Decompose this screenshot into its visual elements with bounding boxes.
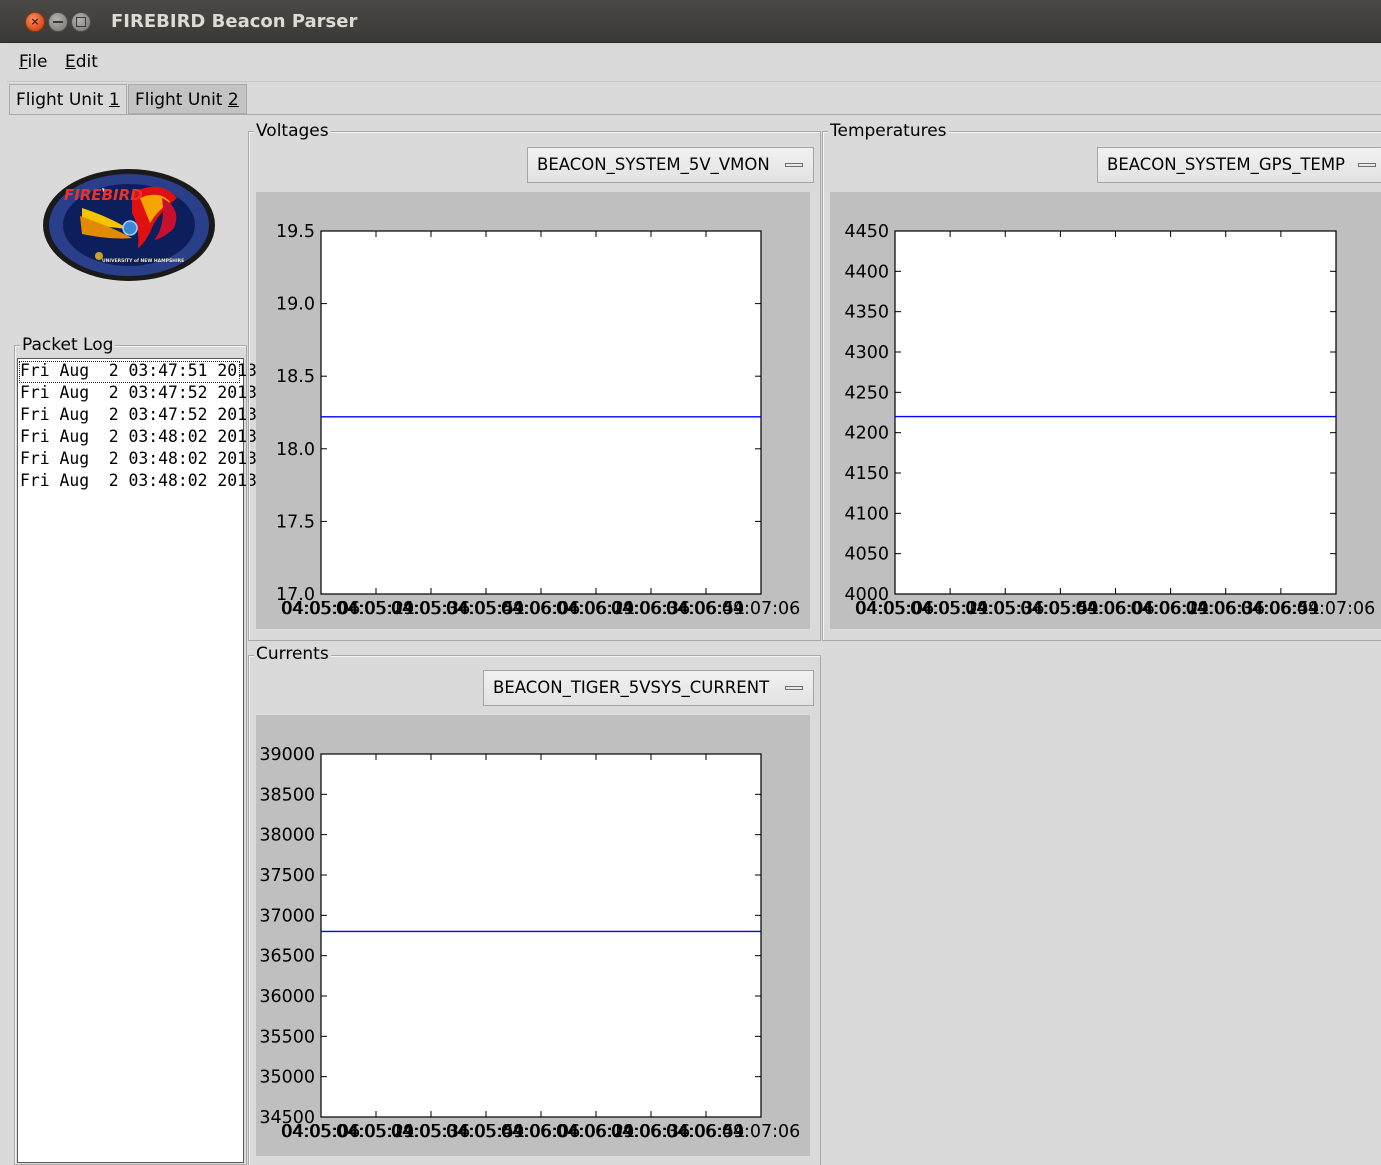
dropdown-value: BEACON_SYSTEM_5V_VMON <box>537 155 770 174</box>
dropdown-value: BEACON_TIGER_5VSYS_CURRENT <box>493 678 770 697</box>
plot-area <box>320 753 762 1118</box>
y-tick-label: 4200 <box>844 424 889 444</box>
y-tick-label: 19.0 <box>276 295 315 315</box>
packet-log-title: Packet Log <box>20 335 116 355</box>
y-tick-label: 4300 <box>844 343 889 363</box>
y-tick-label: 19.5 <box>276 222 315 242</box>
y-tick-label: 36500 <box>259 947 315 967</box>
list-item[interactable]: Fri Aug 2 03:47:52 2013 <box>20 382 257 404</box>
list-item[interactable]: Fri Aug 2 03:48:02 2013 <box>20 448 257 470</box>
menu-file[interactable]: File <box>19 52 47 72</box>
y-tick-label: 4250 <box>844 383 889 403</box>
close-icon: × <box>30 15 40 28</box>
menu-edit[interactable]: Edit <box>65 52 98 72</box>
currents-title: Currents <box>254 644 331 664</box>
currents-chart: 3450035000355003600036500370003750038000… <box>259 745 800 1142</box>
dropdown-indicator-icon <box>785 686 803 690</box>
temperatures-title: Temperatures <box>828 121 949 141</box>
list-item[interactable]: Fri Aug 2 03:48:02 2013 <box>20 426 257 448</box>
title-bar: × FIREBIRD Beacon Parser <box>0 0 1381 43</box>
plot-area <box>320 230 762 595</box>
plot-area <box>894 230 1337 595</box>
dropdown-indicator-icon <box>1358 163 1376 167</box>
firebird-logo: FIREBIRD UNIVERSITY of NEW HAMPSHIRE <box>43 169 215 281</box>
maximize-icon <box>76 17 86 27</box>
tab-mnemonic: 1 <box>108 90 120 110</box>
tab-mnemonic: 2 <box>227 90 239 110</box>
minimize-icon <box>53 21 63 23</box>
voltages-channel-dropdown[interactable]: BEACON_SYSTEM_5V_VMON <box>527 147 814 183</box>
logo-text: FIREBIRD <box>64 186 143 204</box>
minimize-window-button[interactable] <box>48 12 68 32</box>
y-tick-label: 35000 <box>259 1068 315 1088</box>
dropdown-value: BEACON_SYSTEM_GPS_TEMP <box>1107 155 1346 174</box>
y-tick-label: 4100 <box>844 504 889 524</box>
list-item[interactable]: Fri Aug 2 03:47:52 2013 <box>20 404 257 426</box>
tab-flight-unit-2[interactable]: Flight Unit 2 <box>128 84 247 114</box>
menu-file-label: ile <box>27 52 48 72</box>
menu-file-mnemonic: F <box>19 52 28 72</box>
y-tick-label: 39000 <box>259 745 315 765</box>
x-tick-label: 04:06:49 <box>666 1122 745 1142</box>
dropdown-indicator-icon <box>785 163 803 167</box>
y-tick-label: 18.0 <box>276 440 315 460</box>
y-tick-label: 4400 <box>844 262 889 282</box>
menu-edit-label: dit <box>75 52 98 72</box>
y-tick-label: 37500 <box>259 866 315 886</box>
window-title: FIREBIRD Beacon Parser <box>111 11 358 32</box>
y-tick-label: 17.5 <box>276 512 315 532</box>
packet-log-list[interactable]: Fri Aug 2 03:47:51 2013 Fri Aug 2 03:47:… <box>17 358 257 1163</box>
y-tick-label: 18.5 <box>276 367 315 387</box>
tab-label: Flight Unit <box>135 90 228 110</box>
menu-edit-mnemonic: E <box>65 52 76 72</box>
y-tick-label: 4350 <box>844 303 889 323</box>
y-tick-label: 4150 <box>844 464 889 484</box>
list-item[interactable]: Fri Aug 2 03:47:51 2013 <box>20 360 257 382</box>
menu-bar: File Edit <box>7 43 1381 82</box>
x-tick-label: 04:06:49 <box>666 599 745 619</box>
y-tick-label: 4050 <box>844 545 889 565</box>
x-tick-label: 04:06:49 <box>1241 599 1320 619</box>
y-tick-label: 35500 <box>259 1027 315 1047</box>
list-item[interactable]: Fri Aug 2 03:48:02 2013 <box>20 470 257 492</box>
y-tick-label: 36000 <box>259 987 315 1007</box>
temperatures-chart: 4000405041004150420042504300435044004450… <box>844 222 1375 619</box>
voltages-chart: 17.017.518.018.519.019.504:05:0604:05:21… <box>276 222 800 619</box>
maximize-window-button[interactable] <box>71 12 91 32</box>
tab-flight-unit-1[interactable]: Flight Unit 1 <box>9 84 127 114</box>
y-tick-label: 4450 <box>844 222 889 242</box>
temperatures-channel-dropdown[interactable]: BEACON_SYSTEM_GPS_TEMP <box>1097 147 1381 183</box>
voltages-title: Voltages <box>254 121 331 141</box>
y-tick-label: 37000 <box>259 906 315 926</box>
y-tick-label: 38000 <box>259 826 315 846</box>
logo-subtext: UNIVERSITY of NEW HAMPSHIRE <box>102 258 184 264</box>
tab-label: Flight Unit <box>16 90 109 110</box>
close-window-button[interactable]: × <box>25 12 45 32</box>
currents-channel-dropdown[interactable]: BEACON_TIGER_5VSYS_CURRENT <box>483 670 814 706</box>
y-tick-label: 38500 <box>259 785 315 805</box>
